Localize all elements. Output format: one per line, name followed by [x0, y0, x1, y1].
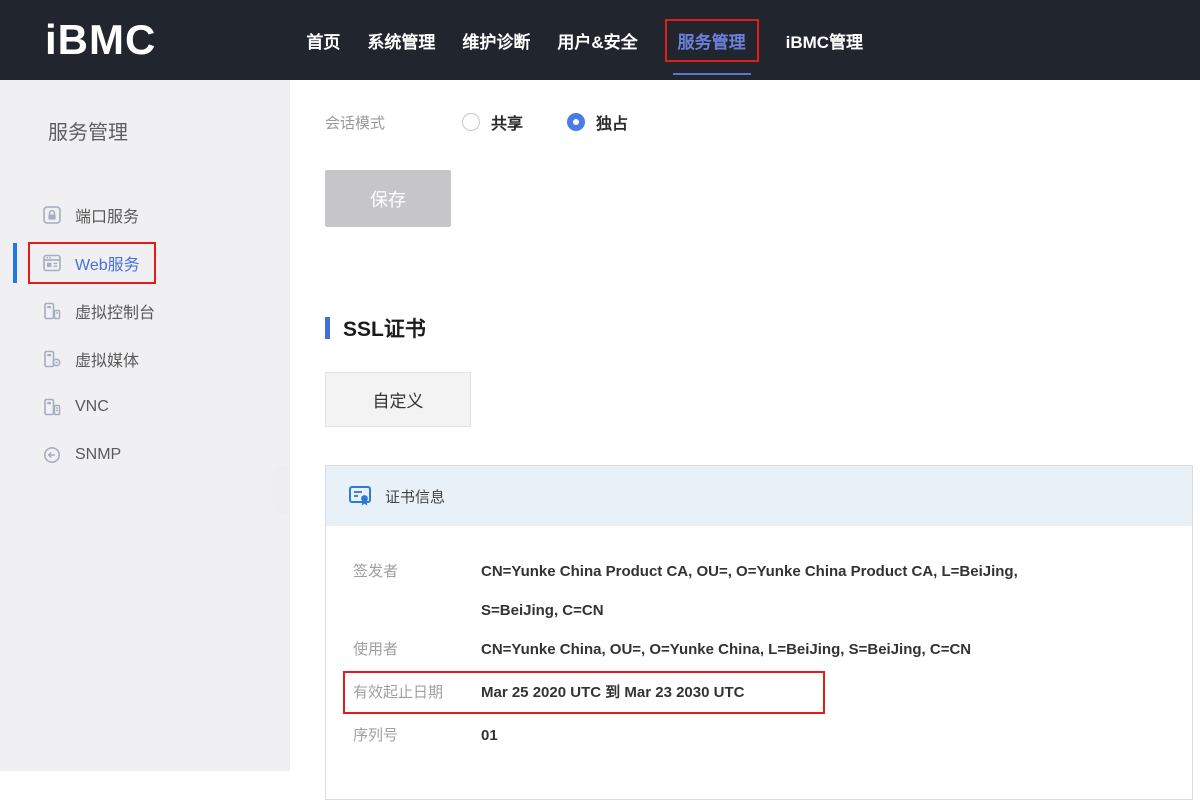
nav-tab-system[interactable]: 系统管理 — [367, 28, 435, 53]
cert-serial-label: 序列号 — [353, 716, 481, 755]
sidebar-item-port-service[interactable]: 端口服务 — [0, 191, 290, 239]
cert-subject-value: CN=Yunke China, OU=, O=Yunke China, L=Be… — [481, 630, 971, 669]
nav-tab-user-security[interactable]: 用户&安全 — [557, 28, 637, 53]
sidebar-item-web-service[interactable]: Web服务 — [0, 239, 290, 287]
virtual-console-icon — [42, 301, 62, 321]
sidebar-item-virtual-media[interactable]: 虚拟媒体 — [0, 335, 290, 383]
sidebar-item-snmp[interactable]: SNMP — [0, 431, 290, 479]
cert-issuer-value: CN=Yunke China Product CA, OU=, O=Yunke … — [481, 552, 1056, 630]
ssl-section-title-text: SSL证书 — [343, 313, 426, 343]
radio-option-shared[interactable]: 共享 — [462, 110, 523, 134]
radio-option-exclusive[interactable]: 独占 — [567, 110, 628, 134]
nav-tab-maintenance[interactable]: 维护诊断 — [462, 28, 530, 53]
sidebar-item-label: Web服务 — [75, 251, 140, 275]
cert-row-subject: 使用者 CN=Yunke China, OU=, O=Yunke China, … — [353, 630, 1172, 669]
cert-serial-value: 01 — [481, 716, 498, 755]
sidebar-item-label: SNMP — [75, 446, 121, 464]
sidebar-item-label: VNC — [75, 398, 109, 416]
main-nav: 首页 系统管理 维护诊断 用户&安全 服务管理 iBMC管理 — [306, 19, 863, 62]
certificate-panel-title: 证书信息 — [385, 486, 445, 507]
radio-option-shared-label: 共享 — [491, 110, 523, 134]
snmp-icon — [42, 445, 62, 465]
web-service-icon — [42, 253, 62, 273]
certificate-panel-body: 签发者 CN=Yunke China Product CA, OU=, O=Yu… — [326, 526, 1192, 799]
radio-unselected-icon[interactable] — [462, 113, 480, 131]
cert-subject-label: 使用者 — [353, 630, 481, 669]
sidebar-menu: 端口服务 Web服务 — [0, 191, 290, 479]
cert-issuer-label: 签发者 — [353, 552, 481, 591]
active-tab-underline — [673, 73, 751, 75]
certificate-info-panel: 证书信息 签发者 CN=Yunke China Product CA, OU=,… — [325, 465, 1193, 800]
nav-tab-service-management-label[interactable]: 服务管理 — [665, 19, 759, 62]
ssl-section-title: SSL证书 — [325, 313, 1200, 343]
sidebar-item-label: 端口服务 — [75, 203, 139, 227]
ibmc-logo: iBMC — [45, 16, 156, 64]
vnc-icon — [42, 397, 62, 417]
main-content: 会话模式 共享 独占 保存 SSL证书 自定义 证书信息 — [290, 80, 1200, 771]
active-item-indicator — [13, 243, 17, 283]
nav-tab-service-management[interactable]: 服务管理 — [665, 19, 759, 62]
session-mode-row: 会话模式 共享 独占 — [325, 110, 1200, 134]
custom-certificate-button[interactable]: 自定义 — [325, 372, 471, 427]
save-button[interactable]: 保存 — [325, 170, 451, 227]
certificate-panel-header: 证书信息 — [326, 466, 1192, 526]
sidebar: 服务管理 端口服务 Web服务 — [0, 80, 290, 771]
annotation-box-web-service: Web服务 — [28, 242, 156, 284]
sidebar-item-label: 虚拟控制台 — [75, 299, 155, 323]
sidebar-item-vnc[interactable]: VNC — [0, 383, 290, 431]
section-accent-bar — [325, 317, 330, 339]
sidebar-item-virtual-console[interactable]: 虚拟控制台 — [0, 287, 290, 335]
cert-row-serial: 序列号 01 — [353, 716, 1172, 755]
cert-validity-label: 有效起止日期 — [353, 673, 481, 712]
virtual-media-icon — [42, 349, 62, 369]
port-service-icon — [42, 205, 62, 225]
session-mode-options: 共享 独占 — [462, 110, 628, 134]
certificate-icon — [348, 484, 372, 508]
top-header: iBMC 首页 系统管理 维护诊断 用户&安全 服务管理 iBMC管理 — [0, 0, 1200, 80]
sidebar-item-label: 虚拟媒体 — [75, 347, 139, 371]
sidebar-title: 服务管理 — [0, 80, 290, 145]
cert-row-validity: 有效起止日期 Mar 25 2020 UTC 到 Mar 23 2030 UTC — [343, 671, 825, 714]
session-mode-label: 会话模式 — [325, 112, 440, 133]
nav-tab-home[interactable]: 首页 — [306, 28, 340, 53]
radio-option-exclusive-label: 独占 — [596, 110, 628, 134]
cert-validity-value: Mar 25 2020 UTC 到 Mar 23 2030 UTC — [481, 673, 744, 712]
radio-selected-icon[interactable] — [567, 113, 585, 131]
nav-tab-ibmc-management[interactable]: iBMC管理 — [786, 28, 863, 53]
cert-row-issuer: 签发者 CN=Yunke China Product CA, OU=, O=Yu… — [353, 552, 1172, 630]
